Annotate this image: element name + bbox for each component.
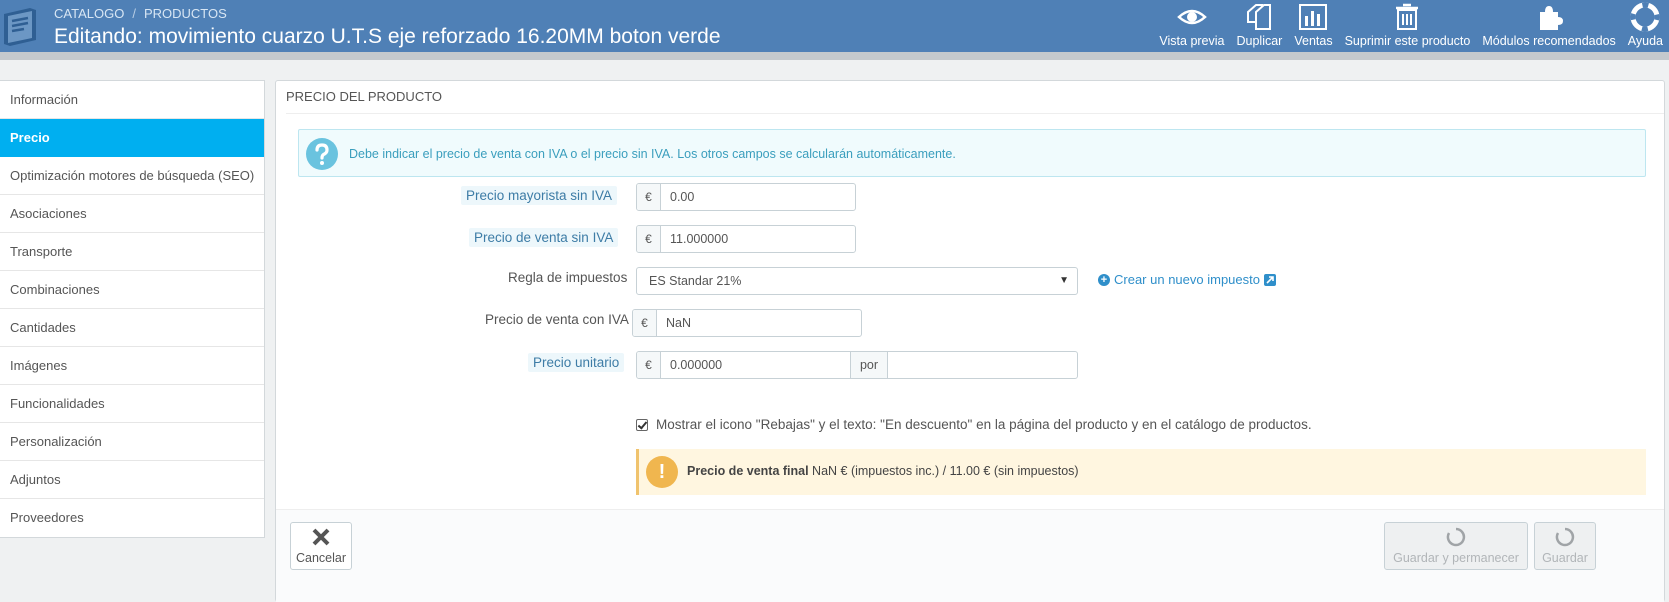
price-panel: PRECIO DEL PRODUCTO Debe indicar el prec… [275, 80, 1665, 602]
duplicate-label: Duplicar [1236, 34, 1283, 48]
save-label: Guardar [1542, 551, 1588, 565]
cancel-label: Cancelar [295, 551, 347, 565]
preview-button[interactable]: Vista previa [1153, 0, 1230, 48]
wholesale-price-input[interactable] [662, 184, 852, 210]
header-divider [0, 52, 1669, 60]
info-text: Debe indicar el precio de venta con IVA … [349, 147, 956, 161]
sales-button[interactable]: Ventas [1288, 0, 1338, 48]
cancel-button[interactable]: Cancelar [290, 522, 352, 570]
on-sale-row: Mostrar el icono "Rebajas" y el texto: "… [636, 417, 1312, 432]
on-sale-checkbox[interactable] [636, 418, 648, 431]
retail-price-input[interactable] [662, 226, 852, 252]
tax-rule-select[interactable]: ES Standar 21% ▼ [636, 267, 1078, 295]
trash-icon [1396, 3, 1419, 30]
breadcrumb: CATALOGO / PRODUCTOS [54, 6, 227, 21]
panel-footer: Cancelar Guardar y permanecer Guardar [276, 509, 1664, 602]
euro-addon: € [633, 310, 657, 336]
sales-label: Ventas [1294, 34, 1333, 48]
bar-chart-icon [1299, 4, 1328, 30]
tax-rule-value: ES Standar 21% [649, 274, 742, 288]
prestashop-logo-icon[interactable] [0, 0, 42, 52]
product-tabs-sidebar: Información Precio Optimización motores … [0, 80, 265, 538]
puzzle-icon [1540, 6, 1564, 30]
plus-circle-icon: + [1098, 273, 1110, 286]
lifebuoy-icon [1630, 2, 1660, 32]
toolbar: Vista previa Duplicar Ventas Suprimir es… [1153, 0, 1669, 52]
unit-price-label: Precio unitario [528, 353, 625, 372]
tab-combinaciones[interactable]: Combinaciones [0, 271, 264, 309]
unit-input[interactable] [889, 352, 1077, 378]
close-icon [312, 528, 330, 546]
create-tax-label: Crear un nuevo impuesto [1114, 272, 1260, 287]
per-addon: por [850, 352, 888, 378]
help-label: Ayuda [1627, 34, 1663, 48]
unit-price-group: € por [636, 351, 1078, 379]
euro-addon: € [637, 352, 661, 378]
recommended-modules-button[interactable]: Módulos recomendados [1476, 0, 1621, 48]
tab-proveedores[interactable]: Proveedores [0, 499, 264, 537]
panel-heading: PRECIO DEL PRODUCTO [286, 89, 443, 104]
tab-seo[interactable]: Optimización motores de búsqueda (SEO) [0, 157, 264, 195]
unit-price-input[interactable] [662, 352, 850, 378]
spinner-icon [1555, 527, 1575, 547]
save-and-stay-button[interactable]: Guardar y permanecer [1384, 522, 1528, 570]
tab-adjuntos[interactable]: Adjuntos [0, 461, 264, 499]
tab-informacion[interactable]: Información [0, 81, 264, 119]
tax-rule-label: Regla de impuestos [508, 270, 628, 285]
tab-cantidades[interactable]: Cantidades [0, 309, 264, 347]
final-price-text: Precio de venta final NaN € (impuestos i… [687, 464, 1079, 478]
wholesale-price-label: Precio mayorista sin IVA [461, 186, 618, 205]
help-button[interactable]: Ayuda [1622, 0, 1669, 48]
tab-asociaciones[interactable]: Asociaciones [0, 195, 264, 233]
duplicate-button[interactable]: Duplicar [1231, 0, 1289, 48]
final-price-title: Precio de venta final [687, 464, 809, 478]
spinner-icon [1446, 527, 1466, 547]
question-icon [306, 138, 338, 170]
retail-price-label: Precio de venta sin IVA [469, 228, 619, 247]
retail-price-tax-group: € [632, 309, 862, 337]
retail-price-group: € [636, 225, 856, 253]
tab-imagenes[interactable]: Imágenes [0, 347, 264, 385]
eye-icon [1177, 9, 1207, 25]
preview-label: Vista previa [1159, 34, 1225, 48]
heading-divider [286, 113, 1664, 114]
euro-addon: € [637, 226, 661, 252]
delete-product-button[interactable]: Suprimir este producto [1339, 0, 1477, 48]
create-tax-link[interactable]: + Crear un nuevo impuesto [1098, 272, 1276, 287]
tab-funcionalidades[interactable]: Funcionalidades [0, 385, 264, 423]
exclamation-icon: ! [646, 456, 678, 488]
page-title: Editando: movimiento cuarzo U.T.S eje re… [54, 25, 721, 48]
tab-transporte[interactable]: Transporte [0, 233, 264, 271]
final-price-alert: ! Precio de venta final NaN € (impuestos… [636, 449, 1646, 495]
breadcrumb-products[interactable]: PRODUCTOS [144, 6, 227, 21]
on-sale-label: Mostrar el icono "Rebajas" y el texto: "… [656, 417, 1312, 432]
save-button[interactable]: Guardar [1534, 522, 1596, 570]
breadcrumb-catalog[interactable]: CATALOGO [54, 6, 124, 21]
final-price-value: NaN € (impuestos inc.) / 11.00 € (sin im… [808, 464, 1079, 478]
recommended-modules-label: Módulos recomendados [1482, 34, 1616, 48]
dropdown-caret-icon: ▼ [1059, 275, 1069, 286]
info-alert: Debe indicar el precio de venta con IVA … [298, 129, 1646, 177]
breadcrumb-separator: / [132, 6, 136, 21]
copy-icon [1247, 4, 1272, 30]
delete-product-label: Suprimir este producto [1344, 34, 1471, 48]
wholesale-price-group: € [636, 183, 856, 211]
euro-addon: € [637, 184, 661, 210]
save-and-stay-label: Guardar y permanecer [1393, 551, 1519, 565]
tab-personalizacion[interactable]: Personalización [0, 423, 264, 461]
retail-price-tax-input[interactable] [658, 310, 858, 336]
tab-precio[interactable]: Precio [0, 119, 264, 157]
external-link-icon [1263, 273, 1276, 286]
retail-price-tax-label: Precio de venta con IVA [485, 312, 629, 327]
app-header: CATALOGO / PRODUCTOS Editando: movimiento … [0, 0, 1669, 52]
